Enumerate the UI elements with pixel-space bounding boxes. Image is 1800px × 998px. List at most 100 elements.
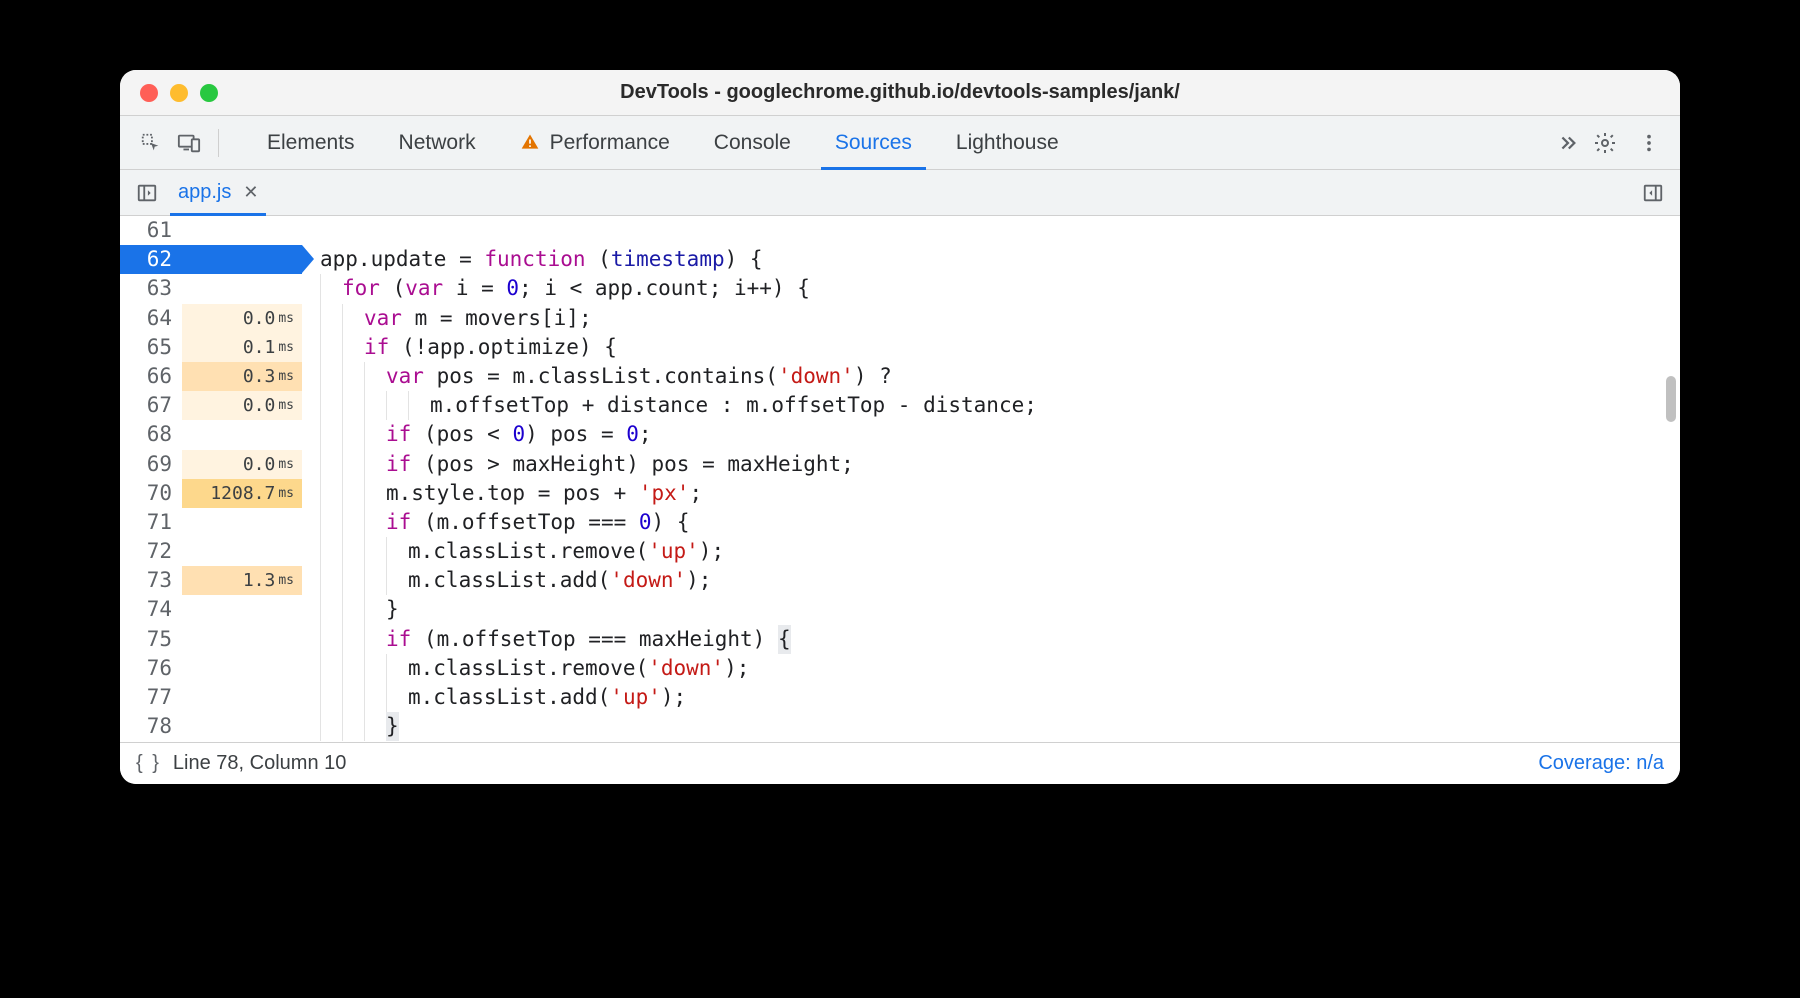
line-timing: 1.3ms (182, 566, 302, 595)
line-number: 73 (120, 566, 182, 595)
tab-network[interactable]: Network (377, 116, 498, 170)
gutter-row[interactable]: 701208.7ms (120, 479, 302, 508)
line-number: 71 (120, 508, 182, 537)
line-number: 78 (120, 712, 182, 741)
pretty-print-icon[interactable]: { } (136, 752, 161, 775)
gutter-row[interactable]: 62 (120, 245, 302, 274)
gutter-row[interactable]: 640.0ms (120, 304, 302, 333)
zoom-window-button[interactable] (200, 84, 218, 102)
show-debugger-icon[interactable] (1636, 176, 1670, 210)
line-number: 61 (120, 216, 182, 245)
gutter-row[interactable]: 731.3ms (120, 566, 302, 595)
code-line[interactable]: if (pos > maxHeight) pos = maxHeight; (302, 450, 1680, 479)
line-number: 72 (120, 537, 182, 566)
code-line[interactable] (302, 216, 1680, 245)
code-line[interactable]: var m = movers[i]; (302, 304, 1680, 333)
minimize-window-button[interactable] (170, 84, 188, 102)
gutter-row[interactable]: 650.1ms (120, 333, 302, 362)
kebab-menu-icon[interactable] (1632, 126, 1666, 160)
tab-lighthouse[interactable]: Lighthouse (934, 116, 1081, 170)
gutter-row[interactable]: 71 (120, 508, 302, 537)
tab-label: Performance (550, 131, 670, 155)
code-area[interactable]: app.update = function (timestamp) {for (… (302, 216, 1680, 742)
settings-icon[interactable] (1588, 126, 1622, 160)
tab-sources[interactable]: Sources (813, 116, 934, 170)
tab-label: Sources (835, 131, 912, 155)
line-number: 63 (120, 274, 182, 303)
code-editor[interactable]: 616263640.0ms650.1ms660.3ms670.0ms68690.… (120, 216, 1680, 742)
gutter-row[interactable]: 670.0ms (120, 391, 302, 420)
line-timing (182, 654, 302, 683)
tab-console[interactable]: Console (692, 116, 813, 170)
cursor-position: Line 78, Column 10 (173, 752, 346, 775)
code-line[interactable]: m.style.top = pos + 'px'; (302, 479, 1680, 508)
gutter-row[interactable]: 690.0ms (120, 450, 302, 479)
code-line[interactable]: } (302, 595, 1680, 624)
tab-label: Console (714, 131, 791, 155)
line-timing (182, 508, 302, 537)
window-title: DevTools - googlechrome.github.io/devtoo… (120, 81, 1680, 104)
devtools-window: DevTools - googlechrome.github.io/devtoo… (120, 70, 1680, 784)
scrollbar-thumb[interactable] (1666, 376, 1676, 422)
gutter-row[interactable]: 75 (120, 625, 302, 654)
inspect-element-icon[interactable] (134, 126, 168, 160)
code-line[interactable]: m.offsetTop + distance : m.offsetTop - d… (302, 391, 1680, 420)
panel-tabs: Elements Network Performance Console Sources… (245, 116, 1546, 170)
line-timing (182, 625, 302, 654)
file-tab-app-js[interactable]: app.js ✕ (164, 170, 272, 216)
tab-label: Elements (267, 131, 355, 155)
line-timing: 0.3ms (182, 362, 302, 391)
code-line[interactable]: m.classList.add('down'); (302, 566, 1680, 595)
line-timing (182, 420, 302, 449)
device-toolbar-icon[interactable] (172, 126, 206, 160)
code-line[interactable]: m.classList.add('up'); (302, 683, 1680, 712)
line-number: 68 (120, 420, 182, 449)
line-timing: 1208.7ms (182, 479, 302, 508)
line-timing: 0.1ms (182, 333, 302, 362)
code-line[interactable]: if (pos < 0) pos = 0; (302, 420, 1680, 449)
line-timing (182, 274, 302, 303)
close-tab-icon[interactable]: ✕ (243, 182, 258, 203)
line-timing: 0.0ms (182, 450, 302, 479)
gutter-row[interactable]: 77 (120, 683, 302, 712)
code-line[interactable]: if (!app.optimize) { (302, 333, 1680, 362)
code-line[interactable]: if (m.offsetTop === 0) { (302, 508, 1680, 537)
toolbar-divider (218, 129, 219, 157)
line-number: 69 (120, 450, 182, 479)
titlebar: DevTools - googlechrome.github.io/devtoo… (120, 70, 1680, 116)
gutter-row[interactable]: 68 (120, 420, 302, 449)
line-timing (182, 245, 302, 274)
tab-label: Lighthouse (956, 131, 1059, 155)
gutter-row[interactable]: 78 (120, 712, 302, 741)
line-timing: 0.0ms (182, 304, 302, 333)
code-line[interactable]: for (var i = 0; i < app.count; i++) { (302, 274, 1680, 303)
gutter-row[interactable]: 72 (120, 537, 302, 566)
code-line[interactable]: var pos = m.classList.contains('down') ? (302, 362, 1680, 391)
tab-elements[interactable]: Elements (245, 116, 377, 170)
coverage-link[interactable]: Coverage: n/a (1538, 752, 1664, 775)
code-line[interactable]: m.classList.remove('up'); (302, 537, 1680, 566)
line-number: 75 (120, 625, 182, 654)
line-number: 64 (120, 304, 182, 333)
gutter-row[interactable]: 63 (120, 274, 302, 303)
gutter-row[interactable]: 61 (120, 216, 302, 245)
line-timing: 0.0ms (182, 391, 302, 420)
line-number: 67 (120, 391, 182, 420)
line-number: 70 (120, 479, 182, 508)
more-tabs-icon[interactable] (1550, 126, 1584, 160)
close-window-button[interactable] (140, 84, 158, 102)
code-line[interactable]: if (m.offsetTop === maxHeight) { (302, 625, 1680, 654)
gutter-row[interactable]: 76 (120, 654, 302, 683)
show-navigator-icon[interactable] (130, 176, 164, 210)
line-number: 76 (120, 654, 182, 683)
tab-performance[interactable]: Performance (498, 116, 692, 170)
gutter-row[interactable]: 660.3ms (120, 362, 302, 391)
line-number: 62 (120, 245, 182, 274)
gutter-row[interactable]: 74 (120, 595, 302, 624)
code-line[interactable]: } (302, 712, 1680, 741)
line-timing (182, 683, 302, 712)
code-line[interactable]: app.update = function (timestamp) { (302, 245, 1680, 274)
code-line[interactable]: m.classList.remove('down'); (302, 654, 1680, 683)
gutter[interactable]: 616263640.0ms650.1ms660.3ms670.0ms68690.… (120, 216, 302, 742)
line-timing (182, 537, 302, 566)
